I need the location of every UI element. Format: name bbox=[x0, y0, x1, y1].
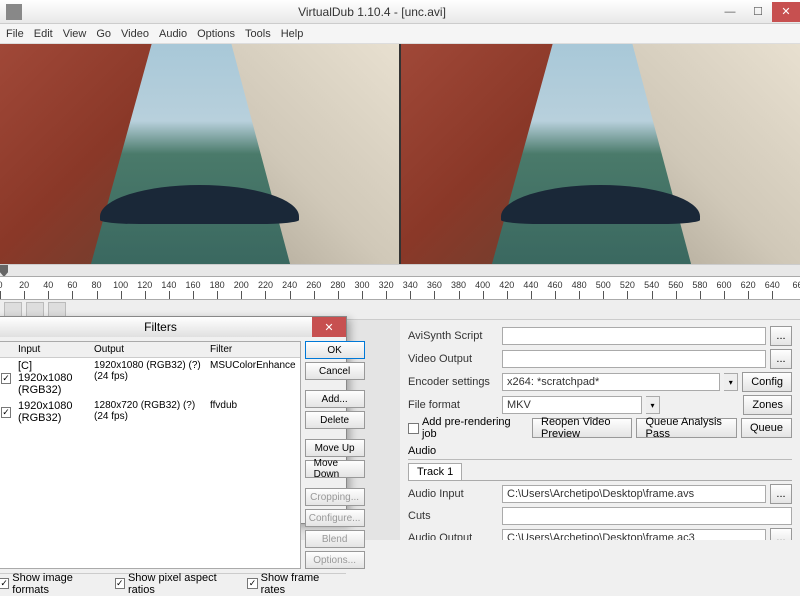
chevron-down-icon[interactable]: ▾ bbox=[724, 373, 738, 391]
reopen-preview-button[interactable]: Reopen Video Preview bbox=[532, 418, 632, 438]
video-preview-area bbox=[0, 44, 800, 264]
filter-row[interactable]: ✓ [C] 1920x1080 (RGB32) 1920x1080 (RGB32… bbox=[0, 358, 300, 398]
show-pixel-aspect-checkbox[interactable]: ✓Show pixel aspect ratios bbox=[115, 572, 238, 596]
dialog-footer: ✓Show image formats ✓Show pixel aspect r… bbox=[0, 573, 346, 593]
encoder-settings-label: Encoder settings bbox=[408, 376, 498, 388]
cropping-button[interactable]: Cropping... bbox=[305, 488, 365, 506]
audio-output-field[interactable]: C:\Users\Archetipo\Desktop\frame.ac3 bbox=[502, 529, 766, 540]
chevron-down-icon[interactable]: ▾ bbox=[646, 396, 660, 414]
audio-input-label: Audio Input bbox=[408, 488, 498, 500]
queue-analysis-button[interactable]: Queue Analysis Pass bbox=[636, 418, 736, 438]
avisynth-label: AviSynth Script bbox=[408, 330, 498, 342]
minimize-button[interactable]: — bbox=[716, 2, 744, 22]
delete-button[interactable]: Delete bbox=[305, 411, 365, 429]
col-filter: Filter bbox=[206, 342, 300, 357]
move-down-button[interactable]: Move Down bbox=[305, 460, 365, 478]
options-button[interactable]: Options... bbox=[305, 551, 365, 569]
blend-button[interactable]: Blend bbox=[305, 530, 365, 548]
cuts-label: Cuts bbox=[408, 510, 498, 522]
audio-output-browse-button[interactable]: ... bbox=[770, 528, 792, 540]
menu-video[interactable]: Video bbox=[121, 28, 149, 40]
filters-dialog: Filters ✕ Input Output Filter ✓ [C] 1920… bbox=[0, 316, 347, 524]
filter-checkbox[interactable]: ✓ bbox=[1, 373, 11, 384]
avisynth-browse-button[interactable]: ... bbox=[770, 326, 792, 346]
menu-bar: File Edit View Go Video Audio Options To… bbox=[0, 24, 800, 44]
dialog-button-column: OK Cancel Add... Delete Move Up Move Dow… bbox=[305, 337, 369, 573]
filters-list[interactable]: Input Output Filter ✓ [C] 1920x1080 (RGB… bbox=[0, 341, 301, 569]
video-output-input[interactable] bbox=[502, 350, 766, 368]
encoder-config-button[interactable]: Config bbox=[742, 372, 792, 392]
add-prerender-checkbox[interactable]: Add pre-rendering job bbox=[408, 416, 528, 440]
dialog-title: Filters bbox=[9, 320, 312, 334]
menu-audio[interactable]: Audio bbox=[159, 28, 187, 40]
cancel-button[interactable]: Cancel bbox=[305, 362, 365, 380]
encoder-settings-select[interactable]: x264: *scratchpad* bbox=[502, 373, 720, 391]
zones-button[interactable]: Zones bbox=[743, 395, 792, 415]
move-up-button[interactable]: Move Up bbox=[305, 439, 365, 457]
show-image-formats-checkbox[interactable]: ✓Show image formats bbox=[0, 572, 105, 596]
title-bar: VirtualDub 1.10.4 - [unc.avi] — ☐ ✕ bbox=[0, 0, 800, 24]
configure-button[interactable]: Configure... bbox=[305, 509, 365, 527]
show-frame-rates-checkbox[interactable]: ✓Show frame rates bbox=[247, 572, 340, 596]
audio-track-tabs: Track 1 bbox=[408, 463, 792, 481]
file-format-select[interactable]: MKV bbox=[502, 396, 642, 414]
timeline-ruler[interactable]: 0204060801001201401601802002202402602803… bbox=[0, 276, 800, 300]
video-pane-input[interactable] bbox=[0, 44, 399, 264]
video-output-label: Video Output bbox=[408, 353, 498, 365]
menu-file[interactable]: File bbox=[6, 28, 24, 40]
video-output-browse-button[interactable]: ... bbox=[770, 349, 792, 369]
video-pane-output[interactable] bbox=[399, 44, 800, 264]
add-button[interactable]: Add... bbox=[305, 390, 365, 408]
audio-input-field[interactable]: C:\Users\Archetipo\Desktop\frame.avs bbox=[502, 485, 766, 503]
audio-input-browse-button[interactable]: ... bbox=[770, 484, 792, 504]
filters-list-header: Input Output Filter bbox=[0, 342, 300, 358]
menu-help[interactable]: Help bbox=[281, 28, 304, 40]
tab-track-1[interactable]: Track 1 bbox=[408, 463, 462, 480]
menu-view[interactable]: View bbox=[63, 28, 87, 40]
encoding-panel: AviSynth Script ... Video Output ... Enc… bbox=[400, 320, 800, 540]
filter-checkbox[interactable]: ✓ bbox=[1, 407, 11, 418]
audio-output-label: Audio Output bbox=[408, 532, 498, 540]
dialog-titlebar[interactable]: Filters ✕ bbox=[0, 317, 346, 337]
queue-button[interactable]: Queue bbox=[741, 418, 792, 438]
col-output: Output bbox=[90, 342, 206, 357]
file-format-label: File format bbox=[408, 399, 498, 411]
filter-row[interactable]: ✓ 1920x1080 (RGB32) 1280x720 (RGB32) (?)… bbox=[0, 398, 300, 426]
lower-left-area: Select Filters ✕ Input Output Filter ✓ bbox=[0, 320, 400, 540]
ok-button[interactable]: OK bbox=[305, 341, 365, 359]
menu-edit[interactable]: Edit bbox=[34, 28, 53, 40]
close-button[interactable]: ✕ bbox=[772, 2, 800, 22]
menu-options[interactable]: Options bbox=[197, 28, 235, 40]
window-controls: — ☐ ✕ bbox=[716, 2, 800, 22]
cuts-input[interactable] bbox=[502, 507, 792, 525]
window-title: VirtualDub 1.10.4 - [unc.avi] bbox=[28, 5, 716, 19]
maximize-button[interactable]: ☐ bbox=[744, 2, 772, 22]
menu-go[interactable]: Go bbox=[96, 28, 111, 40]
avisynth-input[interactable] bbox=[502, 327, 766, 345]
audio-section-header: Audio bbox=[408, 443, 792, 460]
app-icon bbox=[6, 4, 22, 20]
menu-tools[interactable]: Tools bbox=[245, 28, 271, 40]
col-input: Input bbox=[14, 342, 90, 357]
timeline-marker-track[interactable] bbox=[0, 264, 800, 276]
dialog-close-button[interactable]: ✕ bbox=[312, 317, 346, 337]
